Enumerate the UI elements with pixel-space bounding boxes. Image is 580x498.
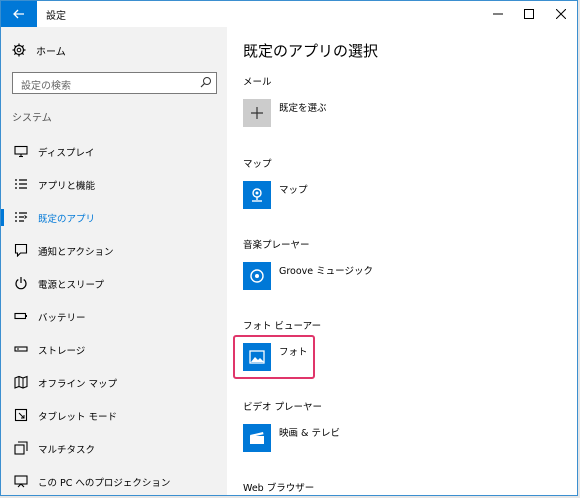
sidebar-item-label: 通知とアクション	[38, 247, 114, 258]
tablet-icon	[14, 408, 28, 422]
app-label: Groove ミュージック	[279, 266, 373, 277]
sidebar: ホーム 設定の検索 システム ディスプレイ アプリと機能 既定のアプリ 通知とア…	[1, 27, 227, 495]
close-button[interactable]	[544, 1, 577, 27]
home-link[interactable]: ホーム	[12, 40, 66, 60]
minimize-icon	[493, 13, 503, 15]
category-video-label: ビデオ プレーヤー	[243, 402, 323, 413]
power-icon	[15, 277, 27, 290]
settings-window: 設定 ホーム 設定の検索 システム ディスプレイ アプリと機能 既定のアプリ 通…	[0, 0, 578, 496]
back-button[interactable]	[1, 1, 37, 27]
sidebar-item-label: 既定のアプリ	[38, 214, 96, 225]
sidebar-item-storage[interactable]: ストレージ	[1, 333, 227, 366]
sidebar-item-battery[interactable]: バッテリー	[1, 300, 227, 333]
section-header: システム	[12, 113, 52, 124]
battery-icon	[14, 312, 27, 320]
projection-icon	[14, 475, 28, 488]
sidebar-item-label: バッテリー	[38, 313, 86, 324]
plus-icon	[243, 99, 271, 127]
home-label: ホーム	[36, 46, 66, 58]
sidebar-item-label: タブレット モード	[38, 412, 118, 423]
sidebar-item-label: ストレージ	[38, 346, 86, 357]
back-arrow-icon	[13, 9, 24, 19]
sidebar-item-power-sleep[interactable]: 電源とスリープ	[1, 267, 227, 300]
notification-icon	[14, 243, 28, 257]
scrollbar[interactable]	[572, 27, 577, 495]
window-title: 設定	[46, 11, 66, 22]
multitask-icon	[14, 441, 28, 455]
maps-app-icon	[243, 181, 271, 209]
sidebar-item-notifications[interactable]: 通知とアクション	[1, 234, 227, 267]
list-icon	[15, 179, 27, 189]
groove-icon	[243, 262, 271, 290]
sidebar-item-tablet-mode[interactable]: タブレット モード	[1, 399, 227, 432]
maximize-icon	[524, 9, 534, 19]
sidebar-item-label: オフライン マップ	[38, 379, 118, 390]
app-label: 既定を選ぶ	[279, 103, 327, 114]
app-label: 映画 & テレビ	[279, 428, 340, 439]
sidebar-item-multitasking[interactable]: マルチタスク	[1, 432, 227, 465]
category-email-label: メール	[243, 77, 272, 88]
app-label: マップ	[279, 185, 308, 196]
music-app-picker[interactable]: Groove ミュージック	[243, 262, 373, 290]
search-placeholder: 設定の検索	[21, 81, 71, 92]
minimize-button[interactable]	[481, 1, 515, 27]
map-icon	[14, 375, 28, 389]
main-content: 既定のアプリの選択 メール 既定を選ぶ マップ マップ 音楽プレーヤー Groo…	[227, 27, 577, 495]
category-music-label: 音楽プレーヤー	[243, 240, 310, 251]
category-photo-label: フォト ビューアー	[243, 321, 322, 332]
search-input[interactable]: 設定の検索	[12, 72, 217, 94]
sidebar-item-label: この PC へのプロジェクション	[38, 478, 171, 489]
page-title: 既定のアプリの選択	[243, 42, 379, 60]
sidebar-item-label: 電源とスリープ	[38, 280, 104, 291]
sidebar-item-default-apps[interactable]: 既定のアプリ	[1, 201, 227, 234]
search-icon[interactable]	[200, 76, 212, 88]
gear-icon	[12, 43, 26, 57]
nav-list: ディスプレイ アプリと機能 既定のアプリ 通知とアクション 電源とスリープ バッ…	[1, 135, 227, 495]
highlight-annotation	[233, 335, 315, 379]
maps-app-picker[interactable]: マップ	[243, 181, 308, 209]
monitor-icon	[14, 145, 28, 158]
maximize-button[interactable]	[512, 1, 546, 27]
default-apps-icon	[15, 212, 28, 222]
email-app-picker[interactable]: 既定を選ぶ	[243, 99, 327, 127]
sidebar-item-label: ディスプレイ	[38, 148, 95, 159]
close-icon	[556, 9, 566, 19]
sidebar-item-offline-maps[interactable]: オフライン マップ	[1, 366, 227, 399]
video-app-picker[interactable]: 映画 & テレビ	[243, 424, 340, 452]
sidebar-item-display[interactable]: ディスプレイ	[1, 135, 227, 168]
title-bar: 設定	[1, 1, 577, 27]
sidebar-item-label: アプリと機能	[38, 181, 96, 192]
active-indicator	[1, 209, 4, 226]
movies-icon	[243, 424, 271, 452]
sidebar-item-apps-features[interactable]: アプリと機能	[1, 168, 227, 201]
sidebar-item-label: マルチタスク	[38, 445, 96, 456]
category-maps-label: マップ	[243, 159, 272, 170]
sidebar-item-projection[interactable]: この PC へのプロジェクション	[1, 465, 227, 495]
category-browser-label: Web ブラウザー	[243, 483, 315, 494]
storage-icon	[14, 346, 28, 352]
